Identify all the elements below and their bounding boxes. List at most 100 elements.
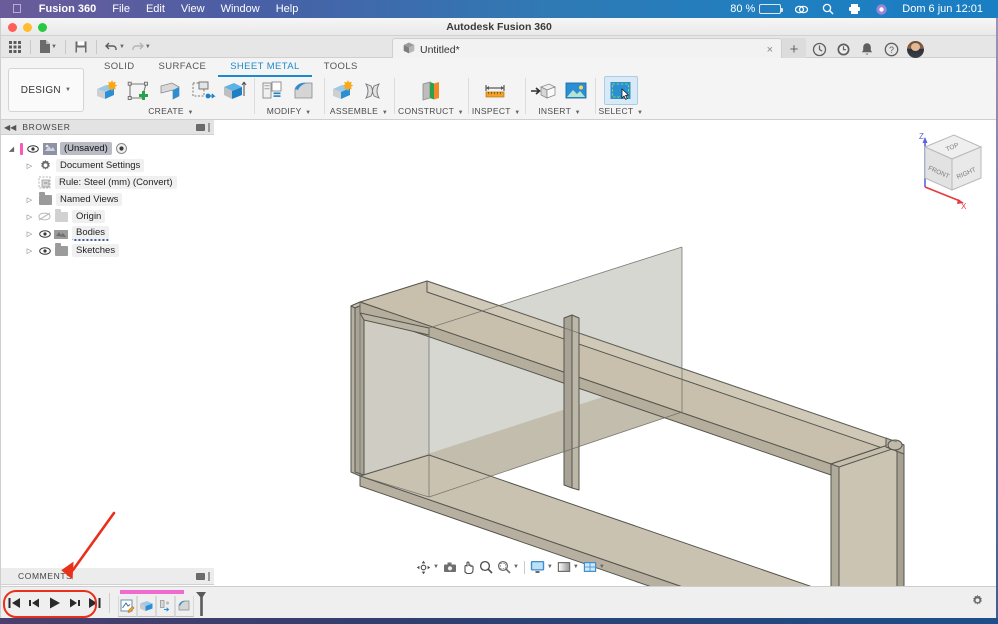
chevron-down-icon[interactable]: ▼	[547, 564, 553, 570]
new-component-icon[interactable]	[328, 76, 358, 105]
grid-icon[interactable]	[6, 38, 24, 56]
twisty-collapsed-icon[interactable]: ▷	[24, 247, 35, 255]
tree-item-origin[interactable]: ▷ Origin	[0, 208, 214, 225]
dock-icon[interactable]	[196, 572, 205, 580]
unfold-icon[interactable]	[188, 76, 218, 105]
ribbon-panel-label-select[interactable]: SELECT ▼	[599, 106, 644, 116]
go-to-beginning-button[interactable]	[8, 596, 21, 610]
notifications-bell-icon[interactable]	[856, 38, 878, 60]
comments-panel-header[interactable]: COMMENTS	[0, 568, 214, 585]
menu-view[interactable]: View	[173, 0, 213, 18]
twisty-collapsed-icon[interactable]: ▷	[24, 213, 35, 221]
chevron-down-icon[interactable]: ▼	[119, 44, 125, 50]
bend-order-icon[interactable]	[258, 76, 288, 105]
ribbon-panel-label-insert[interactable]: INSERT ▼	[538, 106, 581, 116]
job-status-icon[interactable]	[808, 38, 830, 60]
menu-file[interactable]: File	[104, 0, 138, 18]
eye-icon[interactable]	[38, 229, 51, 238]
timeline-feature-fold[interactable]	[175, 595, 194, 617]
tree-item-named-views[interactable]: ▷ Named Views	[0, 191, 214, 208]
twisty-collapsed-icon[interactable]: ▷	[24, 196, 35, 204]
eye-hidden-icon[interactable]	[38, 212, 51, 221]
printer-icon[interactable]	[841, 3, 868, 15]
menu-edit[interactable]: Edit	[138, 0, 173, 18]
minimize-window-button[interactable]	[23, 23, 32, 32]
file-icon[interactable]: ▼	[37, 38, 59, 56]
extrude-icon[interactable]	[220, 76, 250, 105]
new-tab-button[interactable]: +	[782, 38, 806, 60]
redo-arrow-icon[interactable]: ▼	[129, 38, 153, 56]
menu-app-name[interactable]: Fusion 360	[31, 0, 104, 18]
workspace-switcher-design[interactable]: DESIGN ▼	[8, 68, 84, 112]
tree-label-document-settings[interactable]: Document Settings	[56, 159, 145, 172]
measure-icon[interactable]	[481, 76, 511, 105]
ribbon-panel-label-construct[interactable]: CONSTRUCT ▼	[398, 106, 464, 116]
insert-image-icon[interactable]	[561, 76, 591, 105]
fold-icon[interactable]	[290, 76, 320, 105]
chevron-down-icon[interactable]: ▼	[573, 564, 579, 570]
apple-logo-icon[interactable]: 	[8, 0, 31, 18]
twisty-collapsed-icon[interactable]: ▷	[24, 162, 35, 170]
maximize-window-button[interactable]	[38, 23, 47, 32]
undo-arrow-icon[interactable]: ▼	[103, 38, 127, 56]
eye-icon[interactable]	[38, 246, 51, 255]
dropbox-icon[interactable]	[788, 4, 815, 15]
window-traffic-lights[interactable]	[8, 23, 47, 32]
ribbon-panel-label-inspect[interactable]: INSPECT ▼	[472, 106, 521, 116]
zoom-fit-button[interactable]: ▼	[495, 558, 521, 576]
tree-label-named-views[interactable]: Named Views	[56, 193, 123, 206]
tree-item-document-settings[interactable]: ▷ Document Settings	[0, 157, 214, 174]
chevron-down-icon[interactable]: ▼	[513, 564, 519, 570]
flange-icon[interactable]	[156, 76, 186, 105]
go-to-end-button[interactable]	[88, 596, 101, 610]
ribbon-panel-label-assemble[interactable]: ASSEMBLE ▼	[330, 106, 388, 116]
insert-derive-icon[interactable]	[529, 76, 559, 105]
zoom-magnifier-button[interactable]	[477, 558, 495, 576]
eye-icon[interactable]	[26, 144, 39, 153]
3d-viewport[interactable]: Z X TOP FRONT RIGHT ▼ ▼ ▼ ▼ ▼	[214, 120, 998, 586]
user-avatar[interactable]	[907, 40, 924, 58]
tree-item-bodies[interactable]: ▷ Bodies	[0, 225, 214, 242]
step-back-button[interactable]	[28, 596, 41, 610]
tree-label-sketches[interactable]: Sketches	[72, 244, 120, 257]
save-icon[interactable]	[72, 38, 90, 56]
radio-dot-icon[interactable]	[115, 143, 128, 154]
tree-label-origin[interactable]: Origin	[72, 210, 106, 223]
tree-label-unsaved[interactable]: (Unsaved)	[60, 142, 112, 155]
dock-icon[interactable]	[196, 123, 205, 131]
twisty-expanded-icon[interactable]: ◢	[6, 145, 17, 153]
help-question-icon[interactable]: ?	[880, 38, 902, 60]
view-cube[interactable]: Z X TOP FRONT RIGHT	[902, 125, 988, 211]
battery-status[interactable]: 80 %	[723, 0, 788, 18]
ribbon-panel-label-modify[interactable]: MODIFY ▼	[267, 106, 312, 116]
selection-marquee-icon[interactable]	[603, 76, 638, 105]
close-icon[interactable]: ×	[767, 44, 773, 56]
tree-item-unsaved[interactable]: ◢ (Unsaved)	[0, 140, 214, 157]
sheet-metal-enclosure-model[interactable]	[214, 120, 998, 586]
menu-help[interactable]: Help	[268, 0, 307, 18]
timeline-settings-gear-icon[interactable]	[971, 594, 998, 612]
chevron-down-icon[interactable]: ▼	[433, 564, 439, 570]
orbit-button[interactable]: ▼	[414, 558, 441, 576]
recent-activity-icon[interactable]	[832, 38, 854, 60]
ribbon-panel-label-create[interactable]: CREATE ▼	[148, 106, 194, 116]
clock-label[interactable]: Dom 6 jun 12:01	[895, 0, 990, 18]
panel-grip[interactable]	[208, 122, 210, 132]
visual-style-button[interactable]: ▼	[555, 558, 581, 576]
collapse-left-icon[interactable]: ◀◀	[4, 123, 16, 132]
spotlight-search-icon[interactable]	[815, 3, 841, 15]
comments-panel[interactable]: COMMENTS	[0, 568, 214, 586]
timeline-feature-sheetmetal[interactable]	[156, 595, 175, 617]
step-forward-button[interactable]	[68, 596, 81, 610]
tree-label-bodies[interactable]: Bodies	[72, 226, 110, 241]
menu-window[interactable]: Window	[213, 0, 268, 18]
look-at-button[interactable]	[441, 558, 459, 576]
chevron-down-icon[interactable]: ▼	[599, 564, 605, 570]
timeline-playhead[interactable]	[195, 591, 207, 617]
sheet-metal-flange-icon[interactable]	[92, 76, 122, 105]
sync-icon[interactable]	[868, 3, 895, 16]
tree-item-sketches[interactable]: ▷ Sketches	[0, 242, 214, 259]
construction-plane-icon[interactable]	[416, 76, 446, 105]
timeline-feature-sketch[interactable]	[118, 595, 137, 617]
tree-label-rule-steel[interactable]: Rule: Steel (mm) (Convert)	[55, 176, 177, 189]
